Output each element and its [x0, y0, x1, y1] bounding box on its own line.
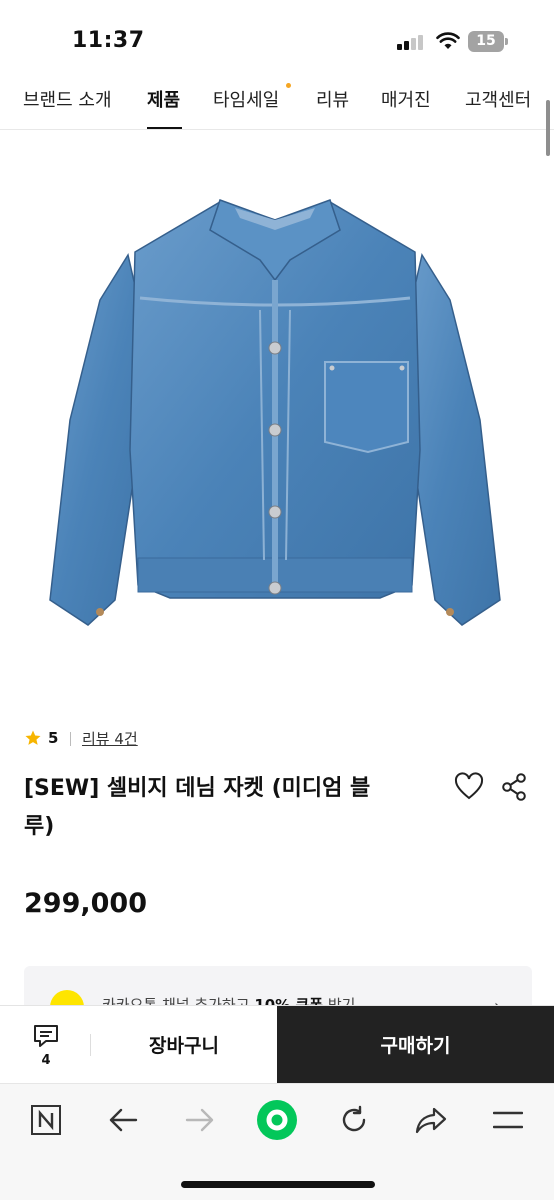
comments-button[interactable]: 4 — [22, 1018, 70, 1074]
rating-value: 5 — [48, 729, 59, 747]
product-title-line1: [SEW] 셀비지 데님 자켓 (미디엄 블 — [24, 776, 371, 801]
home-indicator[interactable] — [181, 1181, 375, 1188]
browser-toolbar — [0, 1083, 554, 1200]
active-tab-indicator — [147, 127, 182, 129]
comment-count: 4 — [41, 1053, 51, 1068]
add-to-cart-button[interactable]: 장바구니 — [92, 1006, 276, 1083]
new-badge-dot — [286, 83, 291, 88]
naver-n-icon[interactable] — [26, 1100, 66, 1140]
battery-icon: 15 — [468, 31, 508, 52]
divider — [90, 1034, 91, 1056]
comment-icon — [34, 1025, 58, 1047]
product-price: 299,000 — [24, 888, 147, 919]
nav-item-support[interactable]: 고객센터 — [465, 86, 531, 112]
nav-item-reviews[interactable]: 리뷰 — [316, 86, 349, 112]
category-nav: 브랜드 소개 제품 타임세일 리뷰 매거진 고객센터 — [0, 80, 554, 130]
status-bar: 11:37 15 — [0, 0, 554, 80]
reload-icon[interactable] — [334, 1100, 374, 1140]
nav-item-products[interactable]: 제품 — [147, 86, 180, 112]
back-arrow-icon[interactable] — [103, 1100, 143, 1140]
product-title-line2: 루) — [24, 814, 55, 839]
review-count-link[interactable]: 리뷰 4건 — [82, 728, 138, 749]
nav-item-timesale[interactable]: 타임세일 — [213, 86, 279, 112]
share-arrow-icon[interactable] — [411, 1100, 451, 1140]
menu-icon[interactable] — [488, 1100, 528, 1140]
status-time: 11:37 — [72, 28, 145, 53]
divider — [70, 732, 71, 746]
forward-arrow-icon[interactable] — [180, 1100, 220, 1140]
product-title: [SEW] 셀비지 데님 자켓 (미디엄 블 루) — [24, 770, 424, 846]
wifi-icon — [436, 32, 460, 49]
cellular-signal-icon — [397, 34, 425, 50]
heart-icon[interactable] — [453, 772, 485, 802]
buy-now-button[interactable]: 구매하기 — [277, 1006, 554, 1083]
star-icon — [25, 730, 41, 745]
nav-item-magazine[interactable]: 매거진 — [381, 86, 431, 112]
share-icon[interactable] — [500, 772, 528, 802]
green-dot-icon[interactable] — [255, 1098, 299, 1142]
nav-item-brand[interactable]: 브랜드 소개 — [23, 86, 112, 112]
denim-jacket-image[interactable] — [40, 180, 510, 640]
battery-level: 15 — [468, 31, 504, 52]
bottom-action-bar: 4 장바구니 구매하기 — [0, 1005, 554, 1083]
scrollbar[interactable] — [546, 100, 550, 156]
